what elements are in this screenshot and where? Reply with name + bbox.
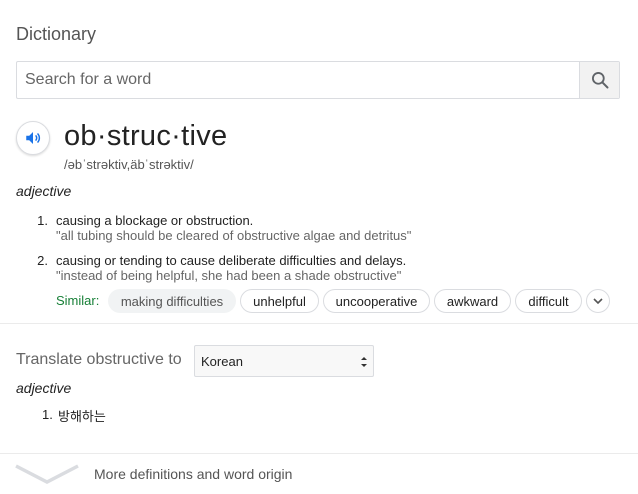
similar-chip[interactable]: difficult: [515, 289, 582, 313]
chevron-down-icon[interactable]: [14, 462, 80, 486]
translation-number: 1.: [42, 407, 53, 422]
panel-title: Dictionary: [16, 24, 97, 44]
definition-example: "all tubing should be cleared of obstruc…: [56, 228, 412, 243]
translate-label: Translate obstructive to: [16, 351, 182, 368]
similar-chip[interactable]: uncooperative: [323, 289, 430, 313]
similar-chip[interactable]: awkward: [434, 289, 511, 313]
expand-similar-button[interactable]: [586, 289, 610, 313]
similar-label: Similar:: [56, 293, 100, 308]
select-arrows-icon: [361, 357, 367, 367]
search-box: [16, 61, 620, 99]
search-icon: [591, 72, 608, 89]
language-select-value: Korean: [201, 354, 243, 369]
section-divider: [0, 323, 638, 324]
translation-text: 방해하는: [58, 409, 106, 424]
search-input[interactable]: [17, 62, 581, 98]
definition-text: causing a blockage or obstruction.: [56, 213, 254, 228]
similar-chip[interactable]: unhelpful: [240, 289, 319, 313]
pronunciation-button[interactable]: [16, 121, 50, 155]
footer-divider: [0, 453, 638, 454]
definition-number: 2.: [37, 253, 48, 268]
definition-number: 1.: [37, 213, 48, 228]
similar-chip[interactable]: making difficulties: [108, 289, 236, 313]
phonetic-spelling: /əbˈstrəktiv,äbˈstrəktiv/: [64, 157, 194, 172]
part-of-speech: adjective: [16, 183, 72, 199]
search-button[interactable]: [579, 62, 619, 98]
headword: ob·struc·tive: [64, 120, 228, 152]
translation-part-of-speech: adjective: [16, 380, 72, 396]
language-select[interactable]: Korean: [194, 345, 374, 377]
definition-text: causing or tending to cause deliberate d…: [56, 253, 407, 268]
more-definitions-link[interactable]: More definitions and word origin: [94, 466, 292, 482]
speaker-icon: [26, 132, 41, 144]
definition-example: "instead of being helpful, she had been …: [56, 268, 402, 283]
dictionary-card: Dictionary ob·struc·tive /əbˈstrəktiv,äb…: [0, 0, 638, 494]
chevron-down-icon: [593, 298, 603, 305]
